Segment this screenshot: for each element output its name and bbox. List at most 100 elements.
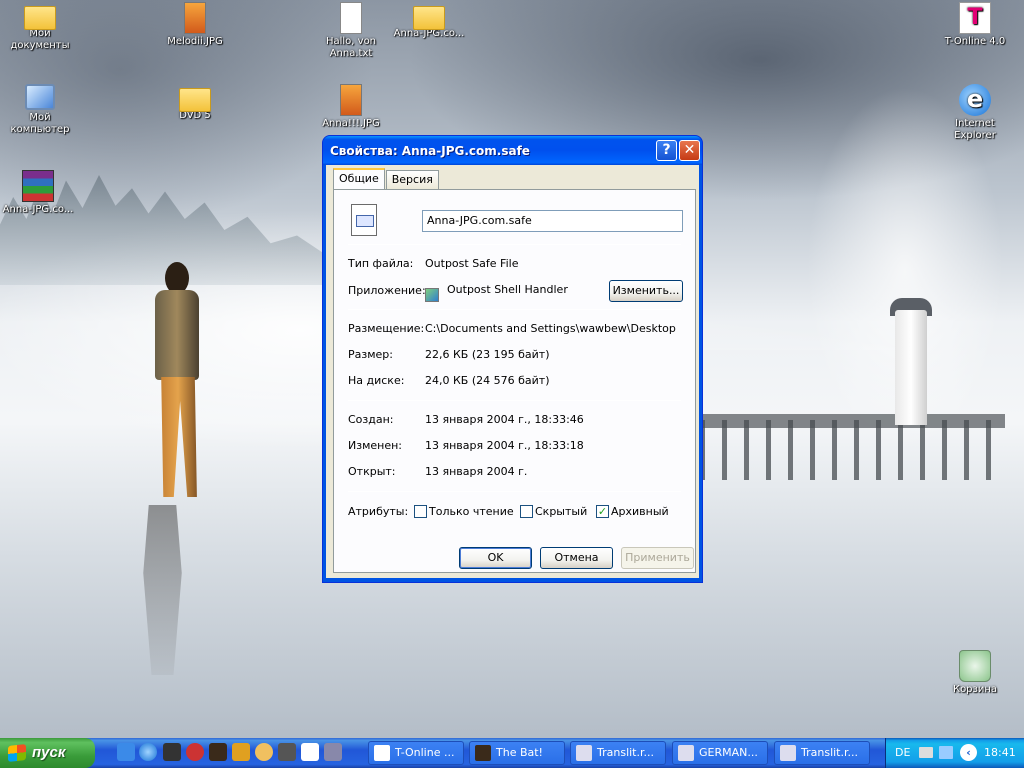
network-icon[interactable] bbox=[939, 746, 953, 759]
file-type-label: Тип файла: bbox=[348, 257, 414, 270]
desktop-icon-internet-explorer[interactable]: e Internet Explorer bbox=[937, 84, 1013, 142]
location-label: Размещение: bbox=[348, 322, 425, 335]
desktop-icon-anna-zip[interactable]: Anna-JPG.co... bbox=[391, 2, 467, 40]
tab-version[interactable]: Версия bbox=[385, 170, 439, 189]
size-value: 22,6 КБ (23 195 байт) bbox=[425, 348, 550, 361]
lighthouse bbox=[895, 310, 927, 425]
taskbar-button-t-online[interactable]: T-Online ... bbox=[368, 741, 464, 765]
clock[interactable]: 18:41 bbox=[984, 746, 1016, 759]
close-button[interactable]: ✕ bbox=[679, 140, 700, 161]
taskbar-button-label: T-Online ... bbox=[395, 746, 455, 759]
help-button[interactable]: ? bbox=[656, 140, 677, 161]
desktop-icon-label: Anna!!!.JPG bbox=[322, 118, 380, 129]
desktop-icon-label: Hallo, von Anna.txt bbox=[325, 36, 377, 59]
desktop-icon-anna-rar[interactable]: Anna-JPG.co... bbox=[0, 170, 76, 216]
size-on-disk-label: На диске: bbox=[348, 374, 405, 387]
opens-with-value: Outpost Shell Handler bbox=[447, 283, 568, 296]
taskbar-button-label: GERMAN... bbox=[699, 746, 758, 759]
desktop-icon-my-documents[interactable]: Мои документы bbox=[2, 2, 78, 52]
desktop-icon-anna-jpg[interactable]: Anna!!!.JPG bbox=[313, 84, 389, 130]
taskbar-button-german[interactable]: GERMAN... bbox=[672, 741, 768, 765]
pier bbox=[700, 420, 1005, 480]
accessed-label: Открыт: bbox=[348, 465, 396, 478]
general-tab-panel: Anna-JPG.com.safe Тип файла: Outpost Saf… bbox=[333, 189, 696, 573]
taskbar-button-label: Translit.r... bbox=[801, 746, 858, 759]
desktop-icon-label: Internet Explorer bbox=[954, 118, 996, 141]
start-button[interactable]: пуск bbox=[0, 738, 95, 768]
quicklaunch-app-icon[interactable] bbox=[163, 743, 181, 761]
filename-field[interactable]: Anna-JPG.com.safe bbox=[422, 210, 683, 232]
t-online-icon bbox=[374, 745, 390, 761]
file-type-value: Outpost Safe File bbox=[425, 257, 519, 270]
archive-label: Архивный bbox=[611, 505, 669, 518]
properties-dialog: Свойства: Anna-JPG.com.safe ? ✕ Общие Ве… bbox=[322, 135, 703, 583]
desktop-icon-dvd5[interactable]: DVD 5 bbox=[157, 84, 233, 122]
t-online-icon: T bbox=[959, 2, 991, 34]
figure-legs bbox=[161, 377, 197, 497]
desktop-icon-label: Мой компьютер bbox=[10, 112, 70, 135]
quicklaunch-app-icon[interactable] bbox=[232, 743, 250, 761]
keyboard-icon[interactable] bbox=[919, 747, 933, 758]
taskbar-button-translit-1[interactable]: Translit.r... bbox=[570, 741, 666, 765]
quicklaunch-app-icon[interactable] bbox=[324, 743, 342, 761]
desktop-icon-t-online[interactable]: T T-Online 4.0 bbox=[937, 2, 1013, 48]
readonly-label: Только чтение bbox=[429, 505, 514, 518]
computer-icon bbox=[25, 84, 55, 110]
document-icon bbox=[780, 745, 796, 761]
windows-logo-icon bbox=[8, 744, 26, 762]
location-value: C:\Documents and Settings\wawbew\Desktop bbox=[425, 322, 676, 335]
archive-checkbox[interactable]: ✓ bbox=[596, 505, 609, 518]
tab-general[interactable]: Общие bbox=[333, 168, 385, 189]
ok-button[interactable]: OK bbox=[459, 547, 532, 569]
language-indicator[interactable]: DE bbox=[895, 746, 910, 759]
readonly-checkbox[interactable] bbox=[414, 505, 427, 518]
hidden-checkbox[interactable] bbox=[520, 505, 533, 518]
the-bat-icon bbox=[475, 745, 491, 761]
system-tray: DE ‹ 18:41 bbox=[885, 738, 1024, 768]
internet-explorer-quicklaunch-icon[interactable] bbox=[139, 743, 157, 761]
file-type-icon bbox=[351, 204, 377, 236]
size-on-disk-value: 24,0 КБ (24 576 байт) bbox=[425, 374, 550, 387]
divider bbox=[348, 309, 681, 310]
hidden-label: Скрытый bbox=[535, 505, 588, 518]
desktop-icon-label: Anna-JPG.co... bbox=[2, 204, 74, 215]
desktop-icon-my-computer[interactable]: Мой компьютер bbox=[2, 84, 78, 136]
desktop-icon-recycle-bin[interactable]: Корзина bbox=[937, 650, 1013, 696]
divider bbox=[348, 244, 681, 245]
dialog-titlebar[interactable]: Свойства: Anna-JPG.com.safe ? ✕ bbox=[323, 136, 702, 165]
created-value: 13 января 2004 г., 18:33:46 bbox=[425, 413, 584, 426]
quicklaunch-app-icon[interactable] bbox=[255, 743, 273, 761]
app-icon bbox=[425, 288, 439, 302]
desktop-icon-melodii[interactable]: Melodii.JPG bbox=[157, 2, 233, 48]
t-online-quicklaunch-icon[interactable] bbox=[301, 743, 319, 761]
modified-label: Изменен: bbox=[348, 439, 403, 452]
modified-value: 13 января 2004 г., 18:33:18 bbox=[425, 439, 584, 452]
taskbar-button-label: Translit.r... bbox=[597, 746, 654, 759]
taskbar-button-translit-2[interactable]: Translit.r... bbox=[774, 741, 870, 765]
quicklaunch-app-icon[interactable] bbox=[278, 743, 296, 761]
image-file-icon bbox=[340, 84, 362, 116]
apply-button[interactable]: Применить bbox=[621, 547, 694, 569]
show-desktop-icon[interactable] bbox=[117, 743, 135, 761]
folder-icon bbox=[179, 88, 211, 112]
taskbar-button-the-bat[interactable]: The Bat! bbox=[469, 741, 565, 765]
figure-reflection bbox=[143, 505, 182, 675]
created-label: Создан: bbox=[348, 413, 394, 426]
the-bat-quicklaunch-icon[interactable] bbox=[209, 743, 227, 761]
opens-with-label: Приложение: bbox=[348, 284, 426, 297]
dialog-body: Общие Версия Anna-JPG.com.safe Тип файла… bbox=[326, 165, 699, 578]
quicklaunch-app-icon[interactable] bbox=[186, 743, 204, 761]
desktop-icon-label: Melodii.JPG bbox=[167, 36, 223, 47]
desktop-icon-hallo-txt[interactable]: Hallo, von Anna.txt bbox=[313, 2, 389, 60]
expand-tray-chevron-icon[interactable]: ‹ bbox=[960, 744, 977, 761]
desktop-icon-label: Корзина bbox=[952, 684, 998, 695]
recycle-bin-icon bbox=[959, 650, 991, 682]
attributes-label: Атрибуты: bbox=[348, 505, 409, 518]
divider bbox=[348, 400, 681, 401]
desktop-icon-label: T-Online 4.0 bbox=[944, 36, 1006, 47]
cancel-button[interactable]: Отмена bbox=[540, 547, 613, 569]
change-button[interactable]: Изменить... bbox=[609, 280, 683, 302]
divider bbox=[348, 491, 681, 492]
document-icon bbox=[576, 745, 592, 761]
size-label: Размер: bbox=[348, 348, 393, 361]
